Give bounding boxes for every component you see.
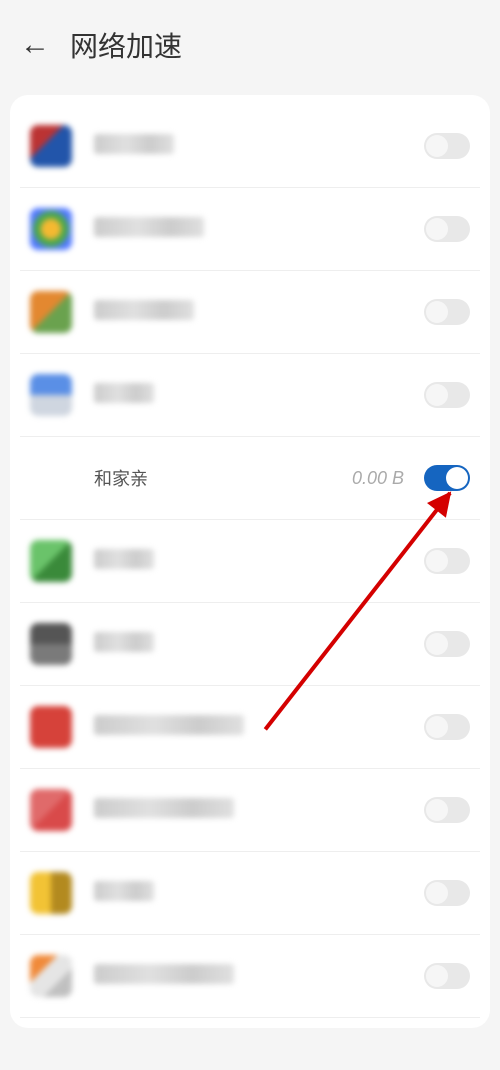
list-item[interactable]: [20, 105, 480, 188]
toggle-switch[interactable]: [424, 963, 470, 989]
list-item[interactable]: [20, 769, 480, 852]
list-item[interactable]: [20, 188, 480, 271]
app-label: [94, 300, 424, 325]
list-item-hejiaqin[interactable]: 和家亲 0.00 B: [20, 437, 480, 520]
list-item[interactable]: [20, 271, 480, 354]
app-label: [94, 383, 424, 408]
app-label: [94, 964, 424, 989]
app-icon: [30, 208, 72, 250]
app-label: [94, 134, 424, 159]
toggle-switch[interactable]: [424, 548, 470, 574]
app-icon: [30, 623, 72, 665]
toggle-switch[interactable]: [424, 880, 470, 906]
toggle-switch[interactable]: [424, 631, 470, 657]
page-title: 网络加速: [70, 25, 182, 65]
app-icon: [30, 374, 72, 416]
toggle-switch[interactable]: [424, 797, 470, 823]
toggle-switch[interactable]: [424, 133, 470, 159]
list-item[interactable]: [20, 603, 480, 686]
app-icon: [30, 955, 72, 997]
app-label: [94, 217, 424, 242]
toggle-switch[interactable]: [424, 714, 470, 740]
list-item[interactable]: [20, 520, 480, 603]
app-list-card: 和家亲 0.00 B: [10, 95, 490, 1028]
app-label: [94, 632, 424, 657]
app-label: [94, 798, 424, 823]
header: ← 网络加速: [0, 0, 500, 85]
app-label: 和家亲: [94, 465, 352, 491]
app-label: [94, 881, 424, 906]
list-item[interactable]: [20, 686, 480, 769]
toggle-switch[interactable]: [424, 299, 470, 325]
app-icon: [30, 872, 72, 914]
app-icon: [30, 291, 72, 333]
app-icon: [30, 540, 72, 582]
list-item[interactable]: [20, 354, 480, 437]
app-icon: [30, 789, 72, 831]
toggle-switch[interactable]: [424, 465, 470, 491]
list-item[interactable]: [20, 852, 480, 935]
toggle-switch[interactable]: [424, 216, 470, 242]
app-label: [94, 549, 424, 574]
data-usage-value: 0.00 B: [352, 468, 404, 489]
back-icon[interactable]: ←: [20, 28, 50, 62]
app-label: [94, 715, 424, 740]
toggle-switch[interactable]: [424, 382, 470, 408]
app-icon: [30, 706, 72, 748]
list-item[interactable]: [20, 935, 480, 1018]
app-icon: [30, 125, 72, 167]
